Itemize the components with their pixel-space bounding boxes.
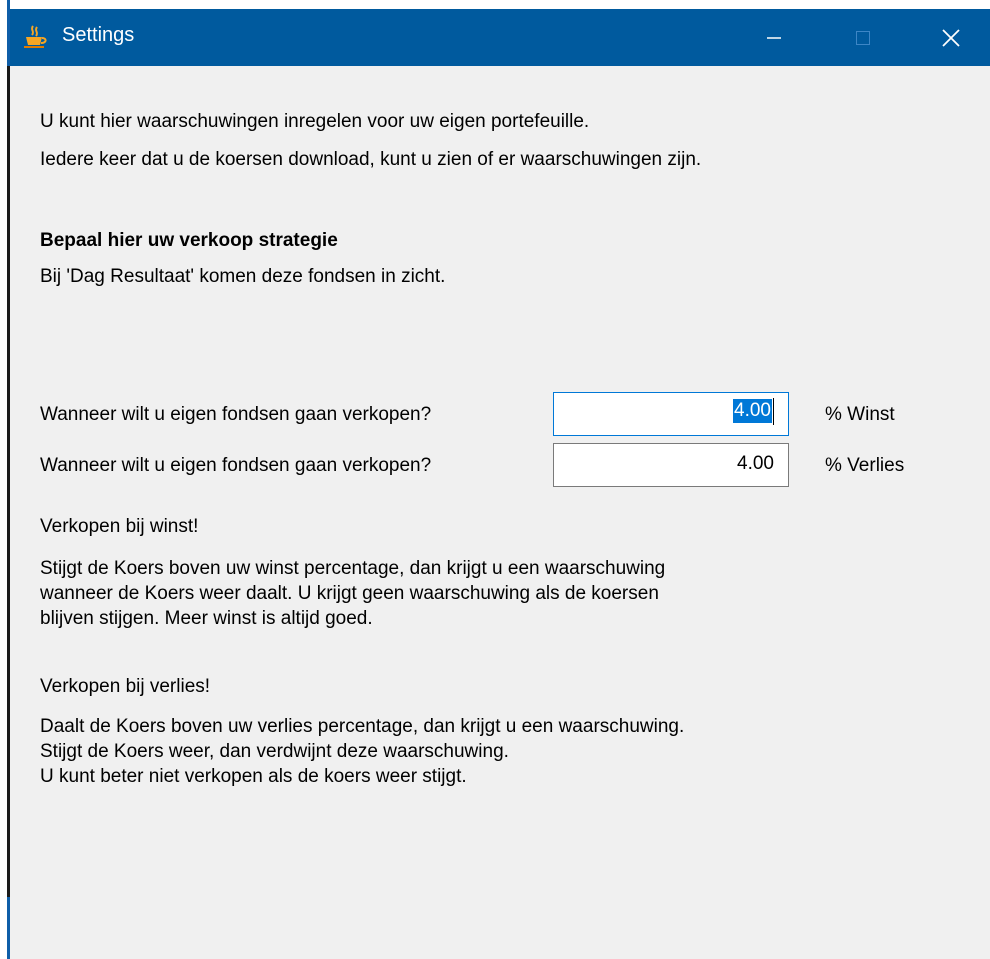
settings-content: U kunt hier waarschuwingen inregelen voo… [10, 66, 990, 959]
text-caret [773, 398, 774, 425]
minimize-icon [767, 36, 781, 39]
loss-line-2: Stijgt de Koers weer, dan verdwijnt deze… [40, 741, 509, 762]
settings-window: Settings U kunt hier waarschuwingen inre… [10, 9, 990, 959]
intro-line-1: U kunt hier waarschuwingen inregelen voo… [40, 111, 590, 132]
minimize-button[interactable] [743, 9, 805, 66]
intro-line-2: Iedere keer dat u de koersen download, k… [40, 149, 702, 170]
strategy-heading: Bepaal hier uw verkoop strategie [40, 230, 338, 251]
window-title: Settings [62, 24, 135, 46]
win-section-heading: Verkopen bij winst! [40, 516, 199, 537]
loss-percentage-input[interactable] [556, 446, 774, 482]
selected-text: 4.00 [733, 399, 772, 423]
close-icon [942, 28, 960, 47]
maximize-button[interactable] [832, 9, 894, 66]
win-line-1: Stijgt de Koers boven uw winst percentag… [40, 558, 666, 579]
close-button[interactable] [920, 9, 982, 66]
loss-section-heading: Verkopen bij verlies! [40, 676, 211, 697]
profit-percentage-field[interactable]: 4.00 [553, 392, 789, 436]
loss-percentage-field[interactable] [553, 443, 789, 487]
strategy-subtext: Bij 'Dag Resultaat' komen deze fondsen i… [40, 266, 446, 287]
loss-line-3: U kunt beter niet verkopen als de koers … [40, 766, 467, 787]
win-line-2: wanneer de Koers weer daalt. U krijgt ge… [40, 583, 659, 604]
desktop-edge [0, 0, 10, 959]
loss-unit-label: % Verlies [825, 455, 905, 476]
java-cup-icon [24, 25, 47, 48]
sell-profit-question: Wanneer wilt u eigen fondsen gaan verkop… [40, 404, 432, 425]
maximize-icon [856, 30, 870, 45]
win-line-3: blijven stijgen. Meer winst is altijd go… [40, 608, 373, 629]
profit-unit-label: % Winst [825, 404, 895, 425]
title-bar[interactable]: Settings [10, 9, 990, 66]
sell-loss-question: Wanneer wilt u eigen fondsen gaan verkop… [40, 455, 432, 476]
loss-line-1: Daalt de Koers boven uw verlies percenta… [40, 716, 685, 737]
